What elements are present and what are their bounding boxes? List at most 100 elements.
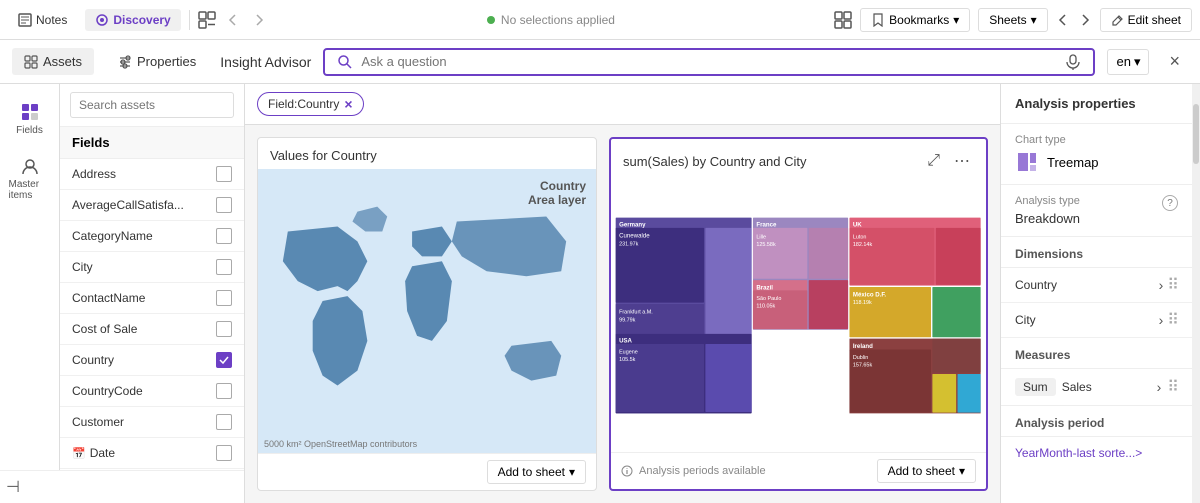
field-checkbox[interactable]: [216, 383, 232, 399]
sheets-button[interactable]: Sheets ▾: [978, 8, 1047, 32]
field-item[interactable]: Cost of Sale: [60, 314, 244, 345]
sidebar: Fields Master items Fields Address: [0, 84, 245, 503]
sidebar-tab-fields[interactable]: Fields: [4, 92, 56, 146]
field-item-label: ContactName: [72, 291, 216, 305]
properties-button[interactable]: Properties: [106, 48, 208, 75]
scrollbar-thumb[interactable]: [1193, 104, 1199, 164]
field-list: Address AverageCallSatisfa... CategoryNa…: [60, 159, 244, 470]
field-item[interactable]: AverageCallSatisfa...: [60, 190, 244, 221]
back-icon[interactable]: [224, 11, 242, 29]
search-icon: [337, 54, 353, 70]
field-item[interactable]: Customer: [60, 407, 244, 438]
filter-chip[interactable]: Field:Country ×: [257, 92, 364, 116]
analysis-type-help[interactable]: ?: [1162, 195, 1178, 211]
field-checkbox[interactable]: [216, 228, 232, 244]
measure-expand[interactable]: ›: [1157, 379, 1162, 395]
field-checkbox[interactable]: [216, 290, 232, 306]
sidebar-bottom[interactable]: ⊣: [0, 470, 244, 503]
language-selector[interactable]: en ▾: [1107, 49, 1149, 75]
dimensions-section-header: Dimensions: [1001, 237, 1192, 268]
field-checkbox[interactable]: [216, 166, 232, 182]
field-item-label: CategoryName: [72, 229, 216, 243]
measures-section-header: Measures: [1001, 338, 1192, 369]
treemap-add-sheet-button[interactable]: Add to sheet ▾: [877, 459, 976, 483]
field-item-label: AverageCallSatisfa...: [72, 198, 216, 212]
selection-icon: [198, 11, 216, 29]
search-bar[interactable]: [323, 48, 1095, 76]
right-panel: Analysis properties Chart type Treemap A…: [1000, 84, 1200, 503]
measure-item[interactable]: Sum Sales › ⠿: [1001, 369, 1192, 406]
svg-text:Eugene: Eugene: [619, 350, 638, 356]
bookmarks-button[interactable]: Bookmarks ▾: [860, 8, 970, 32]
search-input[interactable]: [361, 54, 1057, 69]
field-item-label: CountryCode: [72, 384, 216, 398]
treemap-chart-body[interactable]: Germany Cunewalde 231.97k Frankfurt a.M.…: [611, 179, 986, 452]
assets-button[interactable]: Assets: [12, 48, 94, 75]
svg-text:São Paulo: São Paulo: [756, 296, 781, 302]
sidebar-tab-master[interactable]: Master items: [4, 146, 56, 211]
dimension-city-expand[interactable]: ›: [1159, 312, 1164, 328]
svg-text:157.65k: 157.65k: [853, 362, 873, 368]
no-selections: No selections applied: [276, 13, 826, 27]
field-item-label: Cost of Sale: [72, 322, 216, 336]
close-button[interactable]: ×: [1161, 47, 1188, 76]
dimension-country[interactable]: Country › ⠿: [1001, 268, 1192, 303]
grid-icon[interactable]: [834, 11, 852, 29]
right-panel-content: Analysis properties Chart type Treemap A…: [1001, 84, 1192, 503]
field-item-label: Country: [72, 353, 216, 367]
more-options-button[interactable]: ⋯: [950, 149, 974, 173]
field-checkbox[interactable]: [216, 445, 232, 461]
field-item[interactable]: 📅 Date: [60, 438, 244, 469]
dimension-country-expand[interactable]: ›: [1159, 277, 1164, 293]
fields-header: Fields: [60, 127, 244, 159]
search-assets-input[interactable]: [70, 92, 234, 118]
forward-icon[interactable]: [250, 11, 268, 29]
chart-type-section: Chart type Treemap: [1001, 124, 1192, 185]
map-chart-card: Values for Country: [257, 137, 597, 491]
map-container[interactable]: Country Area layer 5000 km² OpenStreetMa…: [258, 169, 596, 453]
notes-button[interactable]: Notes: [8, 9, 77, 31]
next-sheet-icon[interactable]: [1078, 13, 1092, 27]
analysis-periods-info: Analysis periods available: [621, 465, 869, 477]
field-item[interactable]: CountryCode: [60, 376, 244, 407]
svg-text:Frankfurt a.M.: Frankfurt a.M.: [619, 309, 653, 315]
field-item-label: Date: [90, 446, 216, 460]
svg-text:105.5k: 105.5k: [619, 357, 636, 363]
field-checkbox[interactable]: [216, 321, 232, 337]
dimension-country-menu[interactable]: ⠿: [1167, 275, 1178, 295]
svg-text:Lille: Lille: [756, 235, 766, 241]
field-checkbox[interactable]: [216, 197, 232, 213]
field-item[interactable]: City: [60, 252, 244, 283]
edit-sheet-button[interactable]: Edit sheet: [1100, 8, 1192, 32]
map-add-sheet-button[interactable]: Add to sheet ▾: [487, 460, 586, 484]
discovery-button[interactable]: Discovery: [85, 9, 180, 31]
svg-text:231.97k: 231.97k: [619, 241, 639, 247]
main-layout: Fields Master items Fields Address: [0, 84, 1200, 503]
field-item[interactable]: CategoryName: [60, 221, 244, 252]
discovery-label: Discovery: [113, 13, 170, 27]
prev-sheet-icon[interactable]: [1056, 13, 1070, 27]
center-area: Field:Country × Values for Country: [245, 84, 1000, 503]
expand-chart-button[interactable]: ⤢: [923, 149, 944, 173]
field-item[interactable]: ContactName: [60, 283, 244, 314]
svg-text:182.14k: 182.14k: [853, 242, 873, 248]
separator: [189, 10, 190, 30]
filter-chip-remove[interactable]: ×: [344, 96, 352, 112]
measure-menu[interactable]: ⠿: [1167, 377, 1178, 397]
microphone-icon[interactable]: [1065, 54, 1081, 70]
fields-icon: [20, 102, 40, 122]
map-credit: 5000 km² OpenStreetMap contributors: [264, 439, 417, 449]
period-section[interactable]: YearMonth-last sorte...>: [1001, 437, 1192, 468]
svg-text:99.79k: 99.79k: [619, 318, 636, 324]
field-checkbox[interactable]: [216, 414, 232, 430]
insight-advisor-label: Insight Advisor: [220, 54, 311, 70]
right-panel-scrollbar[interactable]: [1192, 84, 1200, 503]
field-item-label: City: [72, 260, 216, 274]
dimension-city[interactable]: City › ⠿: [1001, 303, 1192, 338]
field-checkbox[interactable]: [216, 352, 232, 368]
dimension-city-menu[interactable]: ⠿: [1167, 310, 1178, 330]
field-checkbox[interactable]: [216, 259, 232, 275]
field-item[interactable]: Country: [60, 345, 244, 376]
treemap-type-icon: [1015, 150, 1039, 174]
field-item[interactable]: Address: [60, 159, 244, 190]
